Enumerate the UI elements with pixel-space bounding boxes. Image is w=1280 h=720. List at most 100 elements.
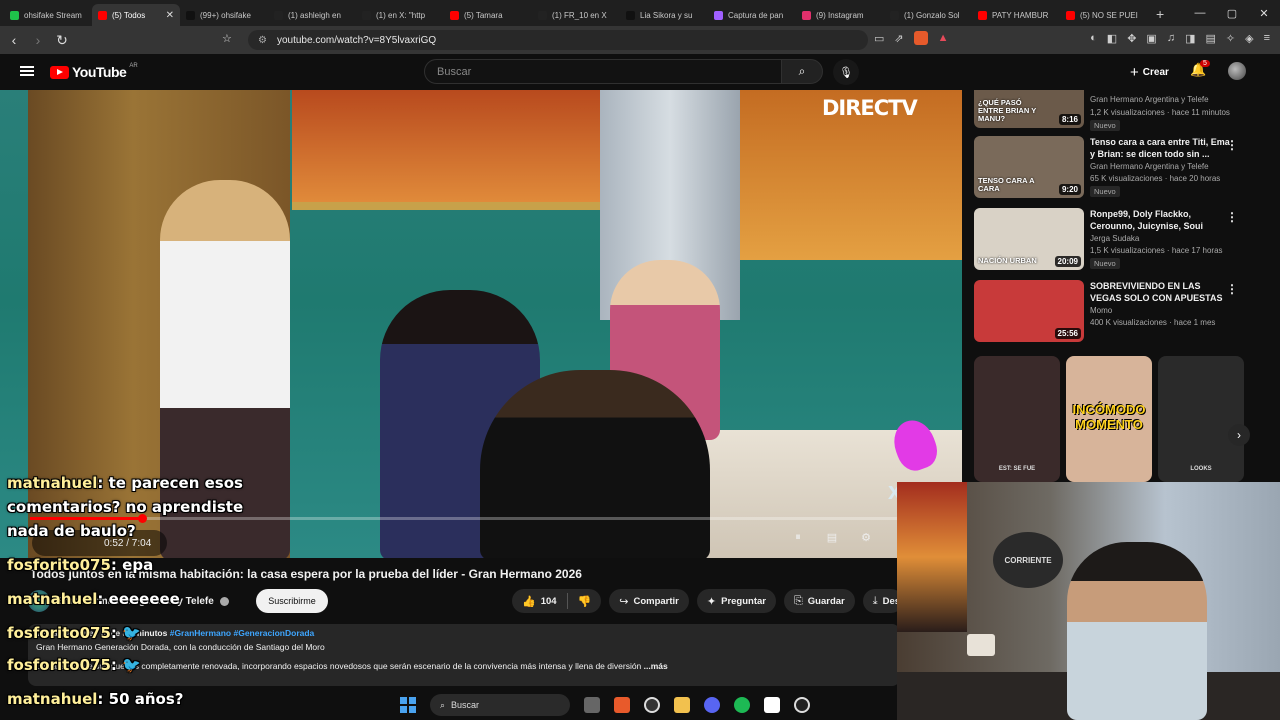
hashtags[interactable]: #GranHermano #GeneracionDorada [170,628,315,638]
description-line: Gran Hermano Generación Dorada, con la c… [36,642,325,652]
short-thumbnail[interactable]: INCÓMODO MOMENTO [1066,356,1152,482]
video-thumbnail[interactable]: ¿QUÉ PASÓ ENTRE BRIAN Y MANU? 8:16 [974,90,1084,128]
app-icon[interactable] [764,697,780,713]
create-label: Crear [1142,66,1169,78]
tab-favicon-icon [890,10,899,20]
site-info-icon[interactable]: ⚙ [258,35,267,46]
video-thumbnail[interactable]: TENSO CARA A CARA 9:20 [974,136,1084,198]
tab-label: ohsifake Stream [24,10,82,20]
chat-colon: : [110,656,123,674]
url-field[interactable]: ⚙ youtube.com/watch?v=8Y5lvaxriGQ [248,30,868,50]
more-options-icon[interactable]: ⋮ [1226,210,1238,224]
like-count: 104 [540,595,557,607]
vpn-icon[interactable]: ◈ [1245,32,1253,45]
chat-message: matnahuel: 50 años? [7,690,183,708]
rewards-icon[interactable]: ▲ [938,32,949,44]
folder-icon[interactable] [674,697,690,713]
short-thumbnail[interactable]: EST: SE FUE [974,356,1060,482]
browser-tab[interactable]: (9) Instagram [796,4,884,26]
browser-tab[interactable]: (99+) ohsifake [180,4,268,26]
new-tab-button[interactable]: + [1148,6,1172,22]
settings-icon[interactable]: ⚙ [858,531,874,544]
create-button[interactable]: + Crear [1122,61,1177,83]
chat-text: 🐦 [122,624,141,642]
autoplay-toggle[interactable]: ⏸ [790,531,806,544]
music-icon[interactable]: ♫ [1167,32,1175,45]
bookmark-icon[interactable]: ☆ [222,32,232,45]
recommendation-channel[interactable]: Gran Hermano Argentina y Telefe [1090,95,1209,104]
browser-tab[interactable]: ohsifake Stream [4,4,92,26]
search-input[interactable]: Buscar [424,59,782,84]
app-icon[interactable] [794,697,810,713]
youtube-logo[interactable]: YouTube AR [50,63,138,80]
spotify-icon[interactable] [734,697,750,713]
puzzle-icon[interactable]: ✥ [1127,32,1136,45]
extension-icon[interactable]: ◐ [1090,32,1097,45]
brave-icon[interactable] [614,697,630,713]
obs-icon[interactable] [644,697,660,713]
close-window-button[interactable]: ✕ [1248,0,1280,26]
recommendation-item[interactable]: TENSO CARA A CARA 9:20 Tenso cara a cara e… [972,136,1268,202]
minimize-button[interactable]: — [1184,0,1216,26]
close-tab-icon[interactable]: ✕ [166,10,174,21]
video-thumbnail[interactable]: 25:56 [974,280,1084,342]
show-more-link[interactable]: ...más [644,661,668,671]
screenshot-icon[interactable]: ▣ [1146,32,1156,45]
description-box[interactable]: visualizaciones hace 55 minutos #GranHer… [28,624,900,686]
taskbar-search[interactable]: ⌕ Buscar [430,694,570,716]
task-view-icon[interactable] [584,697,600,713]
browser-tab[interactable]: (1) ashleigh en [268,4,356,26]
browser-tab[interactable]: (1) en X: "http [356,4,444,26]
browser-tab[interactable]: (5) Todos ✕ [92,4,180,26]
maximize-button[interactable]: ▢ [1216,0,1248,26]
voice-search-button[interactable]: 🎙 [833,59,859,85]
wallet-icon[interactable]: ▤ [1205,32,1215,45]
windows-start-icon[interactable] [400,697,416,713]
video-thumbnail[interactable]: NACIÓN URBAN 20:09 [974,208,1084,270]
short-thumbnail[interactable]: LOOKS [1158,356,1244,482]
menu-icon[interactable] [20,66,34,76]
subtitles-icon[interactable]: ▤ [824,531,840,544]
extension-icon[interactable]: ◧ [1107,32,1117,45]
like-button[interactable]: 👍 104 [512,589,567,613]
sidebar-icon[interactable]: ◨ [1185,32,1195,45]
recommendation-item[interactable]: 25:56 SOBREVIVIENDO EN LAS VEGAS SOLO CON… [972,280,1268,346]
browser-tab[interactable]: (5) Tamara [444,4,532,26]
recommendation-title[interactable]: Tenso cara a cara entre Titi, Ema y Bria… [1090,136,1230,160]
more-options-icon[interactable]: ⋮ [1226,282,1238,296]
ai-icon[interactable]: ✧ [1226,32,1235,45]
search-button[interactable]: ⌕ [781,59,823,84]
ask-button[interactable]: ✦ Preguntar [696,589,776,613]
more-options-icon[interactable]: ⋮ [1226,138,1238,152]
browser-tab[interactable]: (5) NO SE PUEI [1060,4,1148,26]
cast-icon[interactable]: ▭ [874,32,884,45]
save-button[interactable]: ⎘ Guardar [783,589,855,613]
progress-bar[interactable] [30,514,962,523]
recommendation-channel[interactable]: Momo [1090,306,1112,315]
browser-tab[interactable]: (1) FR_10 en X [532,4,620,26]
browser-tab[interactable]: Captura de pan [708,4,796,26]
reload-button[interactable]: ↻ [52,32,72,49]
back-button[interactable]: ‹ [4,32,24,48]
dislike-button[interactable]: 👎 [568,589,602,613]
recommendation-item[interactable]: NACIÓN URBAN 20:09 Ronpe99, Doly Flackko, … [972,208,1268,274]
recommendation-channel[interactable]: Jerga Sudaka [1090,234,1139,243]
brave-shield-icon[interactable] [913,31,928,45]
browser-tab[interactable]: (1) Gonzalo Sol [884,4,972,26]
notification-count: 5 [1200,60,1210,67]
share-button[interactable]: ↪ Compartir [609,589,689,613]
browser-tab[interactable]: PATY HAMBUR [972,4,1060,26]
duration-badge: 25:56 [1054,328,1081,339]
recommendation-title[interactable]: SOBREVIVIENDO EN LAS VEGAS SOLO CON APUE… [1090,280,1230,304]
browser-tab-strip: ohsifake Stream (5) Todos ✕ (99+) ohsifake (… [0,0,1280,26]
chevron-right-icon[interactable]: › [1228,424,1250,446]
menu-icon[interactable]: ≡ [1264,32,1270,45]
recommendation-channel[interactable]: Gran Hermano Argentina y Telefe [1090,162,1209,171]
share-page-icon[interactable]: ⇗ [894,32,903,45]
recommendation-title[interactable]: Ronpe99, Doly Flackko, Cerounno, Juicyni… [1090,208,1230,234]
browser-tab[interactable]: Lia Sikora y su [620,4,708,26]
forward-button[interactable]: › [28,32,48,48]
discord-icon[interactable] [704,697,720,713]
subscribe-button[interactable]: Suscribirme [256,589,328,613]
avatar[interactable] [1228,62,1246,80]
